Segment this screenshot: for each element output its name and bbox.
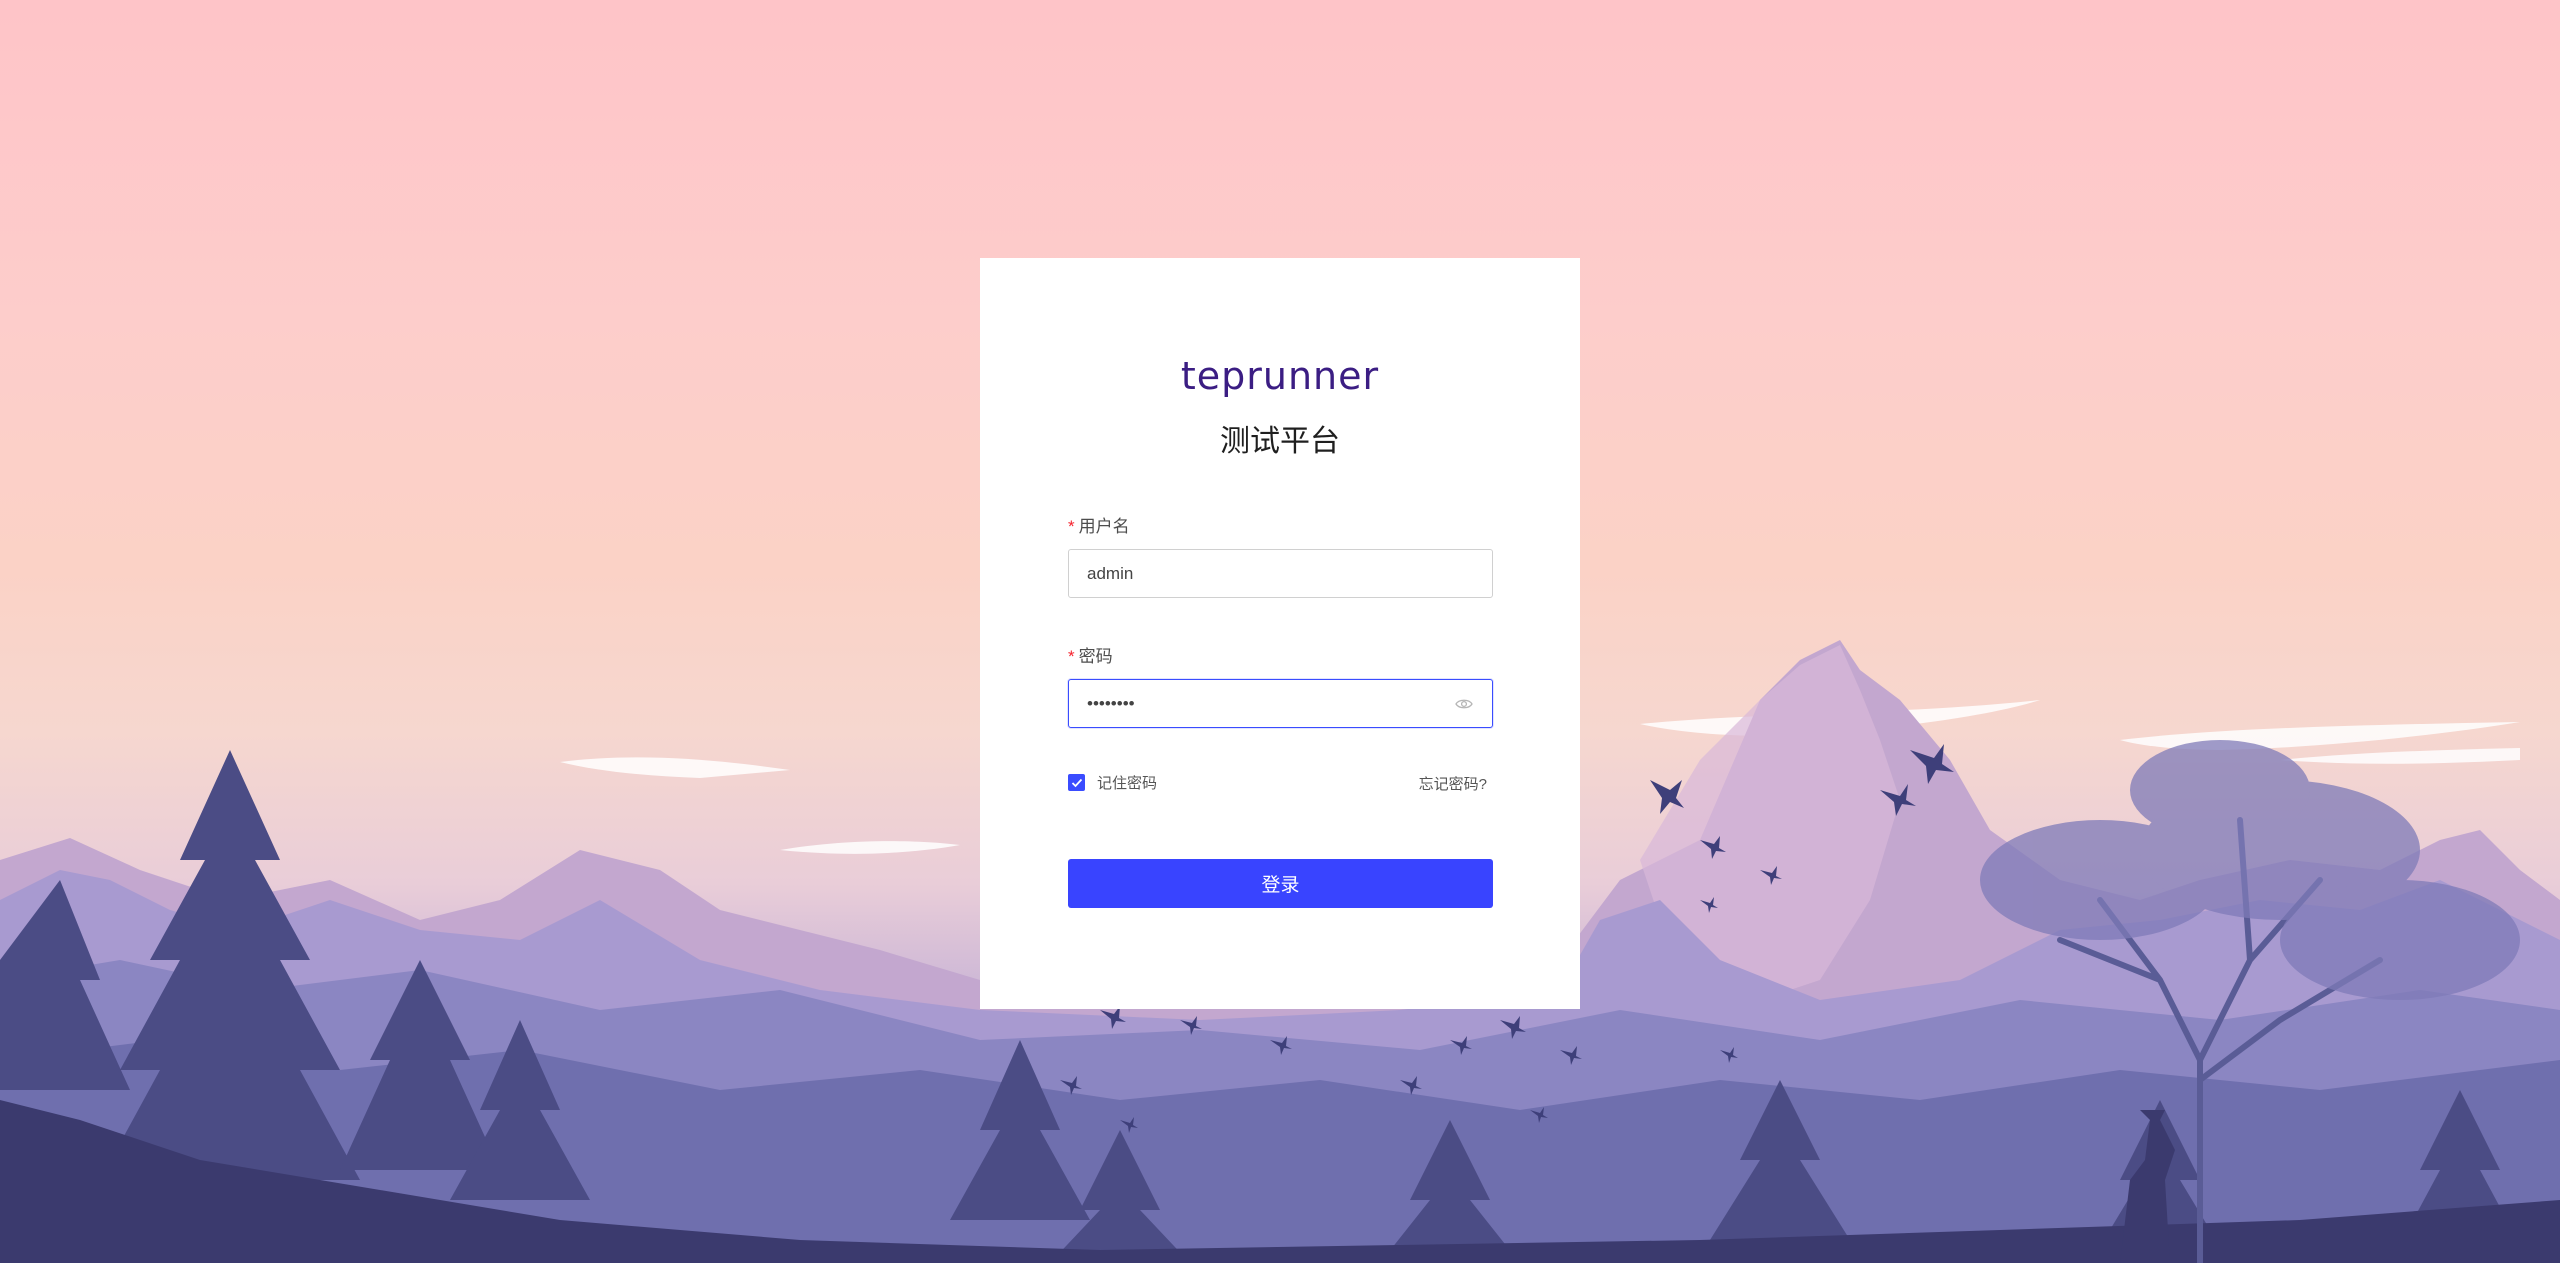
password-label: * 密码: [1068, 642, 1113, 667]
required-mark: *: [1068, 647, 1075, 666]
remember-label: 记住密码: [1097, 775, 1158, 792]
password-input[interactable]: [1087, 693, 1454, 714]
username-input[interactable]: [1087, 563, 1474, 584]
page-title: 测试平台: [1220, 425, 1340, 458]
login-page: teprunner 测试平台 *用户名 *密码: [0, 0, 2560, 1263]
check-icon: [1071, 778, 1082, 787]
username-label-text: 用户名: [1078, 517, 1130, 536]
remember-checkbox[interactable]: [1068, 774, 1085, 791]
forgot-password-link[interactable]: 忘记密码?: [1419, 773, 1487, 794]
password-label-text: 密码: [1078, 647, 1113, 666]
remember-password[interactable]: 记住密码: [1068, 772, 1157, 793]
username-field[interactable]: [1068, 549, 1493, 598]
required-mark: *: [1068, 517, 1075, 536]
brand-logo: teprunner: [1180, 354, 1380, 398]
login-button[interactable]: 登录: [1068, 859, 1493, 908]
username-label: * 用户名: [1068, 512, 1130, 537]
password-field[interactable]: [1068, 679, 1493, 728]
eye-icon[interactable]: [1454, 694, 1474, 714]
login-card: teprunner 测试平台 *用户名 *密码: [980, 258, 1580, 1009]
